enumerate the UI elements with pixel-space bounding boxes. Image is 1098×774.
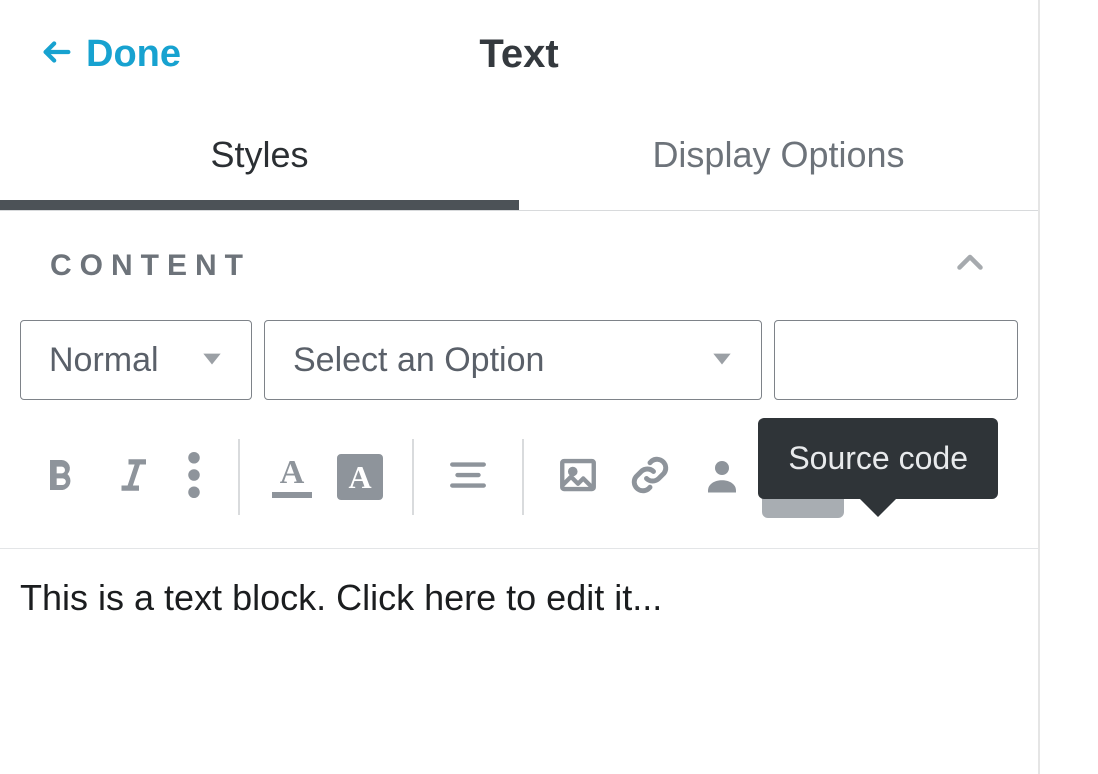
tab-styles[interactable]: Styles xyxy=(0,108,519,210)
paragraph-style-select[interactable]: Normal xyxy=(20,320,252,400)
link-icon xyxy=(629,454,671,501)
background-color-icon: A xyxy=(337,454,383,500)
text-editor-area[interactable]: This is a text block. Click here to edit… xyxy=(0,549,1038,669)
tab-display-options[interactable]: Display Options xyxy=(519,108,1038,210)
text-color-button[interactable]: A xyxy=(262,439,322,515)
tooltip-source-code: Source code xyxy=(758,418,998,499)
italic-icon xyxy=(111,454,153,501)
insert-image-button[interactable] xyxy=(546,439,610,515)
content-section-label: CONTENT xyxy=(50,249,251,283)
text-color-icon: A xyxy=(272,456,312,498)
align-button[interactable] xyxy=(436,439,500,515)
italic-button[interactable] xyxy=(100,439,164,515)
insert-link-button[interactable] xyxy=(618,439,682,515)
panel-header: Done Text xyxy=(0,0,1038,108)
done-label: Done xyxy=(86,33,181,76)
caret-down-icon xyxy=(199,341,225,380)
image-icon xyxy=(557,454,599,501)
toolbar-divider xyxy=(238,439,240,515)
arrow-left-icon xyxy=(40,35,74,74)
editor-text: This is a text block. Click here to edit… xyxy=(20,577,662,618)
option-select[interactable]: Select an Option xyxy=(264,320,762,400)
toolbar-divider xyxy=(522,439,524,515)
option-select-value: Select an Option xyxy=(293,341,544,380)
toolbar-divider xyxy=(412,439,414,515)
align-center-icon xyxy=(447,454,489,501)
bold-button[interactable] xyxy=(28,439,92,515)
caret-down-icon xyxy=(709,341,735,380)
more-formatting-button[interactable] xyxy=(172,439,216,515)
bold-icon xyxy=(40,455,80,500)
paragraph-style-value: Normal xyxy=(49,341,159,380)
person-icon xyxy=(701,454,743,501)
tab-bar: Styles Display Options xyxy=(0,108,1038,211)
content-section-header[interactable]: CONTENT xyxy=(0,211,1038,320)
dropdown-row: Normal Select an Option xyxy=(0,320,1038,406)
done-button[interactable]: Done xyxy=(40,33,181,76)
chevron-up-icon xyxy=(952,245,988,286)
insert-person-button[interactable] xyxy=(690,439,754,515)
more-vertical-icon xyxy=(188,452,200,503)
background-color-button[interactable]: A xyxy=(330,439,390,515)
text-block-editor-panel: Done Text Styles Display Options CONTENT… xyxy=(0,0,1040,774)
extra-select[interactable] xyxy=(774,320,1018,400)
